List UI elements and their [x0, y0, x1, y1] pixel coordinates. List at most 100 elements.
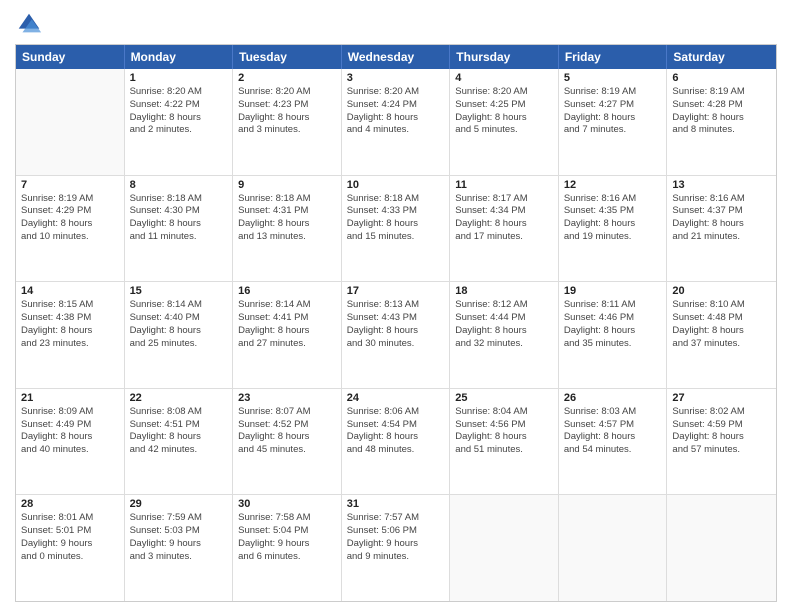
- cell-line: Sunrise: 8:16 AM: [564, 193, 662, 206]
- cell-line: Sunset: 4:56 PM: [455, 419, 553, 432]
- cell-line: Sunrise: 8:18 AM: [238, 193, 336, 206]
- cal-cell: 27Sunrise: 8:02 AMSunset: 4:59 PMDayligh…: [667, 389, 776, 495]
- cell-line: Sunset: 4:43 PM: [347, 312, 445, 325]
- day-number: 17: [347, 285, 445, 297]
- cell-line: Daylight: 8 hours: [347, 325, 445, 338]
- day-number: 31: [347, 498, 445, 510]
- cell-line: Daylight: 8 hours: [130, 325, 228, 338]
- cell-line: and 37 minutes.: [672, 338, 771, 351]
- cell-line: Sunset: 4:44 PM: [455, 312, 553, 325]
- day-number: 23: [238, 392, 336, 404]
- cal-cell: 9 Sunrise: 8:18 AMSunset: 4:31 PMDaylight…: [233, 176, 342, 282]
- cell-line: Sunrise: 8:15 AM: [21, 299, 119, 312]
- cal-cell: 25Sunrise: 8:04 AMSunset: 4:56 PMDayligh…: [450, 389, 559, 495]
- cell-line: Daylight: 8 hours: [130, 431, 228, 444]
- cell-line: Daylight: 8 hours: [672, 112, 771, 125]
- cell-line: Sunset: 4:41 PM: [238, 312, 336, 325]
- cell-line: and 21 minutes.: [672, 231, 771, 244]
- cell-line: Sunset: 4:35 PM: [564, 205, 662, 218]
- cell-line: Sunset: 4:22 PM: [130, 99, 228, 112]
- cal-cell: 15Sunrise: 8:14 AMSunset: 4:40 PMDayligh…: [125, 282, 234, 388]
- cell-line: Daylight: 8 hours: [564, 112, 662, 125]
- cell-line: and 42 minutes.: [130, 444, 228, 457]
- cell-line: Sunrise: 8:18 AM: [347, 193, 445, 206]
- cell-line: Daylight: 8 hours: [347, 431, 445, 444]
- day-header-thursday: Thursday: [450, 45, 559, 69]
- cal-cell: 28Sunrise: 8:01 AMSunset: 5:01 PMDayligh…: [16, 495, 125, 601]
- cell-line: Daylight: 8 hours: [238, 112, 336, 125]
- cell-line: and 48 minutes.: [347, 444, 445, 457]
- cell-line: Daylight: 8 hours: [21, 218, 119, 231]
- cell-line: and 2 minutes.: [130, 124, 228, 137]
- cell-line: Daylight: 8 hours: [238, 218, 336, 231]
- cell-line: and 17 minutes.: [455, 231, 553, 244]
- cal-cell: 24Sunrise: 8:06 AMSunset: 4:54 PMDayligh…: [342, 389, 451, 495]
- day-number: 16: [238, 285, 336, 297]
- cell-line: Sunrise: 8:10 AM: [672, 299, 771, 312]
- cell-line: Sunrise: 7:57 AM: [347, 512, 445, 525]
- cell-line: Daylight: 8 hours: [347, 112, 445, 125]
- cell-line: Sunset: 5:01 PM: [21, 525, 119, 538]
- calendar-body: 1Sunrise: 8:20 AMSunset: 4:22 PMDaylight…: [16, 69, 776, 601]
- cell-line: Daylight: 8 hours: [455, 431, 553, 444]
- day-number: 3: [347, 72, 445, 84]
- cell-line: Daylight: 8 hours: [564, 218, 662, 231]
- cell-line: Sunset: 4:31 PM: [238, 205, 336, 218]
- cell-line: and 54 minutes.: [564, 444, 662, 457]
- cell-line: Sunrise: 8:20 AM: [347, 86, 445, 99]
- week-row-4: 28Sunrise: 8:01 AMSunset: 5:01 PMDayligh…: [16, 495, 776, 601]
- header: [15, 10, 777, 38]
- cell-line: Sunrise: 8:04 AM: [455, 406, 553, 419]
- cell-line: Sunset: 4:37 PM: [672, 205, 771, 218]
- day-number: 12: [564, 179, 662, 191]
- cal-cell: 6Sunrise: 8:19 AMSunset: 4:28 PMDaylight…: [667, 69, 776, 175]
- cell-line: Sunset: 4:52 PM: [238, 419, 336, 432]
- cell-line: Sunset: 4:23 PM: [238, 99, 336, 112]
- day-number: 13: [672, 179, 771, 191]
- cell-line: Daylight: 8 hours: [564, 431, 662, 444]
- cell-line: and 51 minutes.: [455, 444, 553, 457]
- day-number: 9: [238, 179, 336, 191]
- calendar-header-row: SundayMondayTuesdayWednesdayThursdayFrid…: [16, 45, 776, 69]
- week-row-0: 1Sunrise: 8:20 AMSunset: 4:22 PMDaylight…: [16, 69, 776, 176]
- cell-line: and 57 minutes.: [672, 444, 771, 457]
- cell-line: and 0 minutes.: [21, 551, 119, 564]
- cell-line: Daylight: 8 hours: [455, 325, 553, 338]
- day-header-sunday: Sunday: [16, 45, 125, 69]
- cell-line: Daylight: 9 hours: [130, 538, 228, 551]
- cal-cell: 18Sunrise: 8:12 AMSunset: 4:44 PMDayligh…: [450, 282, 559, 388]
- cal-cell: 23Sunrise: 8:07 AMSunset: 4:52 PMDayligh…: [233, 389, 342, 495]
- cell-line: and 4 minutes.: [347, 124, 445, 137]
- day-number: 27: [672, 392, 771, 404]
- cell-line: Sunrise: 8:09 AM: [21, 406, 119, 419]
- cell-line: and 35 minutes.: [564, 338, 662, 351]
- cell-line: and 15 minutes.: [347, 231, 445, 244]
- cell-line: Daylight: 8 hours: [564, 325, 662, 338]
- cell-line: Sunrise: 8:16 AM: [672, 193, 771, 206]
- cell-line: Daylight: 8 hours: [21, 431, 119, 444]
- cell-line: Sunrise: 8:14 AM: [130, 299, 228, 312]
- day-number: 1: [130, 72, 228, 84]
- cell-line: and 23 minutes.: [21, 338, 119, 351]
- cell-line: Sunrise: 8:19 AM: [21, 193, 119, 206]
- cal-cell: 29Sunrise: 7:59 AMSunset: 5:03 PMDayligh…: [125, 495, 234, 601]
- cell-line: Sunrise: 8:07 AM: [238, 406, 336, 419]
- cell-line: and 3 minutes.: [130, 551, 228, 564]
- cal-cell: 10Sunrise: 8:18 AMSunset: 4:33 PMDayligh…: [342, 176, 451, 282]
- day-header-friday: Friday: [559, 45, 668, 69]
- cell-line: Daylight: 8 hours: [672, 218, 771, 231]
- day-number: 6: [672, 72, 771, 84]
- day-number: 5: [564, 72, 662, 84]
- cal-cell: 11Sunrise: 8:17 AMSunset: 4:34 PMDayligh…: [450, 176, 559, 282]
- day-number: 7: [21, 179, 119, 191]
- cell-line: Sunset: 4:40 PM: [130, 312, 228, 325]
- cal-cell: [450, 495, 559, 601]
- cal-cell: 8Sunrise: 8:18 AMSunset: 4:30 PMDaylight…: [125, 176, 234, 282]
- cell-line: and 27 minutes.: [238, 338, 336, 351]
- cell-line: Sunrise: 8:14 AM: [238, 299, 336, 312]
- cell-line: Sunrise: 8:02 AM: [672, 406, 771, 419]
- cell-line: Daylight: 8 hours: [130, 112, 228, 125]
- cell-line: Daylight: 9 hours: [238, 538, 336, 551]
- logo: [15, 10, 47, 38]
- cell-line: Sunrise: 7:59 AM: [130, 512, 228, 525]
